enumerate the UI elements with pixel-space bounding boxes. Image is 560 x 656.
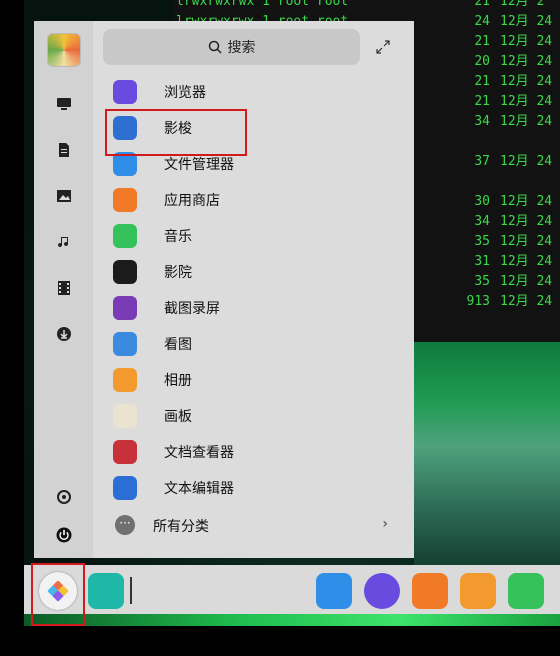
terminal-size: 35 [474, 234, 490, 249]
pictures-icon[interactable] [51, 183, 77, 209]
terminal-date: 12月 24 [500, 294, 553, 309]
app-item[interactable]: 文本编辑器 [103, 471, 403, 505]
computer-icon[interactable] [51, 91, 77, 117]
app-item[interactable]: 影院 [103, 255, 403, 289]
app-label: 影院 [164, 265, 192, 281]
dock-music-icon[interactable] [508, 573, 544, 609]
terminal-size: 34 [474, 114, 490, 129]
wallpaper-strip [24, 614, 560, 626]
terminal-size: 34 [474, 214, 490, 229]
draw-icon [113, 404, 137, 428]
terminal-date: 12月 24 [500, 114, 553, 129]
dock-app-store-icon[interactable] [412, 573, 448, 609]
dock-file-manager-icon[interactable] [316, 573, 352, 609]
document-viewer-icon [113, 440, 137, 464]
app-item[interactable]: 浏览器 [103, 75, 403, 109]
selection-highlight [105, 109, 247, 156]
more-icon: ··· [115, 515, 135, 535]
app-label: 相册 [164, 373, 192, 389]
app-item[interactable]: 应用商店 [103, 183, 403, 217]
browser-icon [113, 80, 137, 104]
app-store-icon [113, 188, 137, 212]
terminal-size: 35 [474, 274, 490, 289]
image-viewer-icon [113, 332, 137, 356]
screen-border [0, 626, 560, 656]
launcher-highlight [31, 563, 85, 626]
terminal-date: 12月 24 [500, 214, 553, 229]
app-item[interactable]: 看图 [103, 327, 403, 361]
all-categories-button[interactable]: ··· 所有分类 › [103, 508, 403, 542]
music-icon [113, 224, 137, 248]
terminal-date: 12月 24 [500, 154, 553, 169]
terminal-size: 31 [474, 254, 490, 269]
terminal-date: 12月 24 [500, 74, 553, 89]
app-label: 截图录屏 [164, 301, 220, 317]
terminal-size: 913 [466, 294, 490, 309]
chevron-right-icon: › [382, 516, 388, 532]
terminal-date: 12月 24 [500, 254, 553, 269]
search-icon [208, 40, 222, 54]
app-item[interactable]: 截图录屏 [103, 291, 403, 325]
app-item[interactable]: 文档查看器 [103, 435, 403, 469]
all-categories-label: 所有分类 [153, 519, 209, 535]
music-folder-icon[interactable] [51, 229, 77, 255]
terminal-size: 24 [474, 14, 490, 29]
terminal-date: 12月 24 [500, 54, 553, 69]
app-label: 文件管理器 [164, 157, 234, 173]
dock-album-icon[interactable] [460, 573, 496, 609]
app-item[interactable]: 音乐 [103, 219, 403, 253]
fullscreen-icon[interactable] [374, 38, 392, 56]
wallpaper-aurora [414, 342, 560, 572]
app-label: 画板 [164, 409, 192, 425]
app-label: 看图 [164, 337, 192, 353]
app-label: 浏览器 [164, 85, 206, 101]
terminal-date: 12月 24 [500, 274, 553, 289]
terminal-size: 21 [474, 34, 490, 49]
launcher-sidebar [34, 21, 93, 558]
terminal-date: 12月 24 [500, 94, 553, 109]
settings-icon[interactable] [51, 484, 77, 510]
terminal-date: 12月 2 [500, 0, 545, 9]
launcher-menu: 搜索 浏览器 影梭 文件管理器 应用商店 音乐 影院 截图录屏 看图 相册 画板 文档查看器 文本编辑… [34, 21, 414, 558]
app-label: 音乐 [164, 229, 192, 245]
search-placeholder: 搜索 [227, 40, 256, 56]
app-label: 文档查看器 [164, 445, 234, 461]
terminal-permissions: lrwxrwxrwx 1 root root [176, 0, 349, 9]
movie-icon [113, 260, 137, 284]
app-label: 文本编辑器 [164, 481, 234, 497]
power-icon[interactable] [51, 522, 77, 548]
terminal-size: 21 [474, 74, 490, 89]
terminal-size: 30 [474, 194, 490, 209]
screenshot-icon [113, 296, 137, 320]
dock-separator [130, 577, 132, 604]
dock-browser-icon[interactable] [364, 573, 400, 609]
terminal-size: 20 [474, 54, 490, 69]
dock-terminal-icon[interactable] [88, 573, 124, 609]
terminal-date: 12月 24 [500, 14, 553, 29]
terminal-date: 12月 24 [500, 234, 553, 249]
app-item[interactable]: 画板 [103, 399, 403, 433]
documents-icon[interactable] [51, 137, 77, 163]
terminal-line: lrwxrwxrwx 1 root root 21 12月 2 [0, 0, 560, 12]
terminal-size: 21 [474, 94, 490, 109]
downloads-icon[interactable] [51, 321, 77, 347]
terminal-date: 12月 24 [500, 34, 553, 49]
app-item[interactable]: 相册 [103, 363, 403, 397]
videos-icon[interactable] [51, 275, 77, 301]
app-label: 应用商店 [164, 193, 220, 209]
album-icon [113, 368, 137, 392]
terminal-size: 21 [474, 0, 490, 9]
search-input[interactable]: 搜索 [103, 29, 360, 65]
text-editor-icon [113, 476, 137, 500]
terminal-size: 37 [474, 154, 490, 169]
user-avatar[interactable] [47, 33, 81, 67]
terminal-date: 12月 24 [500, 194, 553, 209]
